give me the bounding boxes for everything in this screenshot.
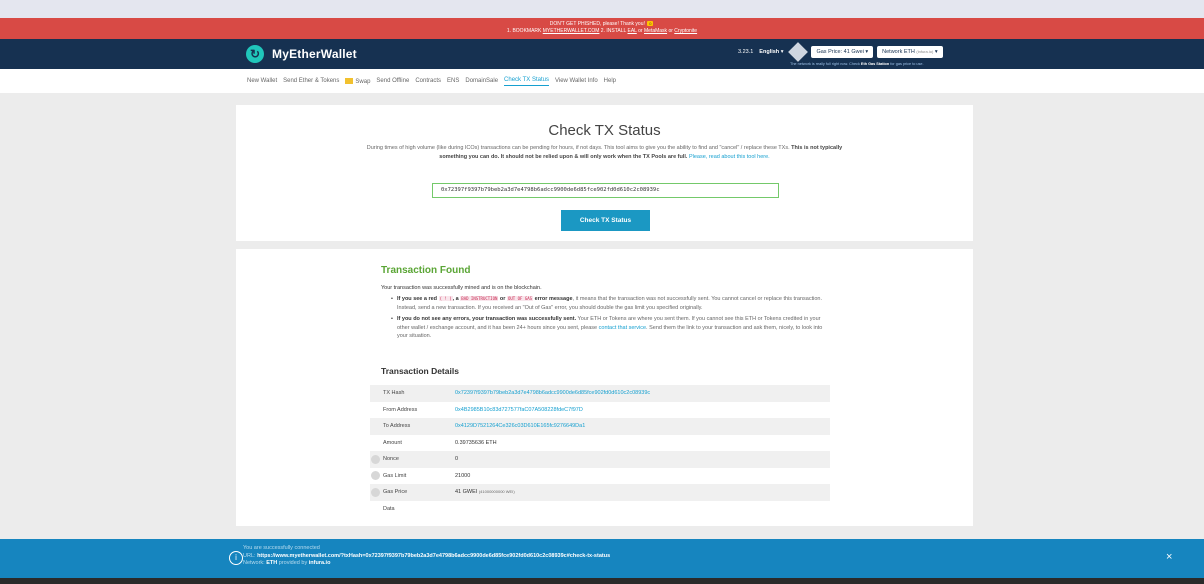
nav-new-wallet[interactable]: New Wallet	[247, 78, 277, 84]
transaction-found-heading: Transaction Found	[381, 265, 471, 276]
check-tx-description: During times of high volume (like during…	[366, 145, 843, 160]
tx-hash-input[interactable]: 0x72397f9397b79beb2a3d7e4798b6adcc9900de…	[432, 183, 779, 198]
transaction-found-subtitle: Your transaction was successfully mined …	[381, 285, 542, 291]
result-notes: If you see a red ( ! ), a BAD INSTRUCTIO…	[391, 295, 831, 344]
list-item: If you see a red ( ! ), a BAD INSTRUCTIO…	[391, 295, 831, 312]
nav-send-offline[interactable]: Send Offline	[376, 78, 409, 84]
nav-help[interactable]: Help	[604, 78, 616, 84]
info-icon: i	[229, 551, 243, 565]
nonce-value: 0	[455, 456, 459, 463]
check-tx-card: Check TX Status During times of high vol…	[236, 105, 973, 241]
help-icon[interactable]	[371, 487, 380, 497]
gas-price-value: 41 GWEI (41000000000 WEI)	[455, 489, 515, 496]
transaction-details-heading: Transaction Details	[381, 366, 459, 376]
table-row: Data	[383, 505, 395, 512]
table-row: Gas Price 41 GWEI (41000000000 WEI)	[370, 484, 830, 501]
banner-line-2: 1. BOOKMARK MYETHERWALLET.COM 2. INSTALL…	[506, 28, 698, 34]
bookmark-link[interactable]: MYETHERWALLET.COM	[543, 28, 600, 34]
gas-limit-value: 21000	[455, 472, 471, 479]
tx-hash-link[interactable]: 0x72397f9397b79beb2a3d7e4798b6adcc9900de…	[455, 390, 650, 396]
brand-name: MyEtherWallet	[272, 47, 357, 61]
help-icon[interactable]	[371, 471, 380, 481]
os-taskbar	[0, 578, 1204, 584]
version-label: 3.23.1	[738, 49, 754, 55]
swap-icon	[345, 77, 354, 84]
browser-top-strip	[0, 0, 1204, 18]
table-row: Nonce 0	[370, 451, 830, 468]
amount-value: 0.39735636 ETH	[455, 439, 497, 446]
transaction-result-card: Transaction Found Your transaction was s…	[236, 249, 973, 526]
page-title: Check TX Status	[548, 122, 661, 139]
app-header: ↻ MyEtherWallet 3.23.1 English ▾ Gas Pri…	[0, 39, 1204, 69]
nav-swap[interactable]: Swap	[345, 77, 370, 85]
smile-icon: ☺	[647, 21, 654, 26]
cryptonite-link[interactable]: Cryptonite	[674, 28, 697, 34]
table-row: TX Hash 0x72397f9397b79beb2a3d7e4798b6adc…	[370, 385, 830, 402]
table-row: From Address 0x4B2985B10c83d727577faC07A5…	[383, 406, 583, 413]
main-nav: New Wallet Send Ether & Tokens Swap Send…	[0, 69, 1204, 93]
header-controls: 3.23.1 English ▾ Gas Price: 41 Gwei ▾ Ne…	[738, 42, 947, 62]
table-row: To Address 0x4129D7521264Ce326c03D610E165…	[370, 418, 830, 435]
nav-check-tx-status[interactable]: Check TX Status	[504, 77, 549, 86]
gas-price-dropdown[interactable]: Gas Price: 41 Gwei ▾	[811, 46, 874, 58]
list-item: If you do not see any errors, your trans…	[391, 315, 831, 341]
close-icon[interactable]: ×	[1166, 551, 1172, 563]
check-tx-status-button[interactable]: Check TX Status	[561, 210, 650, 231]
phishing-warning-banner: DON'T GET PHISHED, please! Thank you! ☺ …	[0, 18, 1204, 39]
nav-contracts[interactable]: Contracts	[415, 78, 441, 84]
language-dropdown[interactable]: English ▾	[759, 49, 783, 55]
nav-domainsale[interactable]: DomainSale	[465, 78, 498, 84]
nav-view-wallet-info[interactable]: View Wallet Info	[555, 78, 598, 84]
contact-service-link[interactable]: contact that service	[599, 325, 646, 331]
metamask-link[interactable]: MetaMask	[644, 28, 667, 34]
transaction-details-table: TX Hash 0x72397f9397b79beb2a3d7e4798b6adc…	[370, 385, 830, 517]
table-row: Amount 0.39735636 ETH	[383, 439, 497, 446]
eal-link[interactable]: EAL	[628, 28, 637, 34]
banner-line-1: DON'T GET PHISHED, please! Thank you! ☺	[549, 21, 654, 27]
connection-status-bar: i You are successfully connected URL: ht…	[0, 539, 1204, 578]
myetherwallet-logo-icon: ↻	[246, 45, 264, 63]
read-about-tool-link[interactable]: Please, read about this tool here.	[687, 154, 770, 160]
help-icon[interactable]	[371, 454, 380, 464]
brand[interactable]: ↻ MyEtherWallet	[246, 44, 357, 64]
eth-gas-station-link[interactable]: Eth Gas Station	[861, 62, 889, 66]
table-row: Gas Limit 21000	[370, 468, 830, 485]
network-dropdown[interactable]: Network ETH (infura.io) ▾	[877, 46, 943, 58]
network-note: The network is really full right now. Ch…	[790, 62, 924, 66]
connection-details: You are successfully connected URL: http…	[243, 545, 611, 566]
current-url: https://www.myetherwallet.com/?txHash=0x…	[257, 552, 611, 559]
ethereum-icon	[788, 42, 809, 62]
nav-send-ether-tokens[interactable]: Send Ether & Tokens	[283, 78, 339, 84]
from-address-link[interactable]: 0x4B2985B10c83d727577faC07A508228fdeC7f9…	[455, 407, 583, 413]
nav-ens[interactable]: ENS	[447, 78, 459, 84]
to-address-link[interactable]: 0x4129D7521264Ce326c03D610E165fc9276649D…	[455, 423, 585, 429]
